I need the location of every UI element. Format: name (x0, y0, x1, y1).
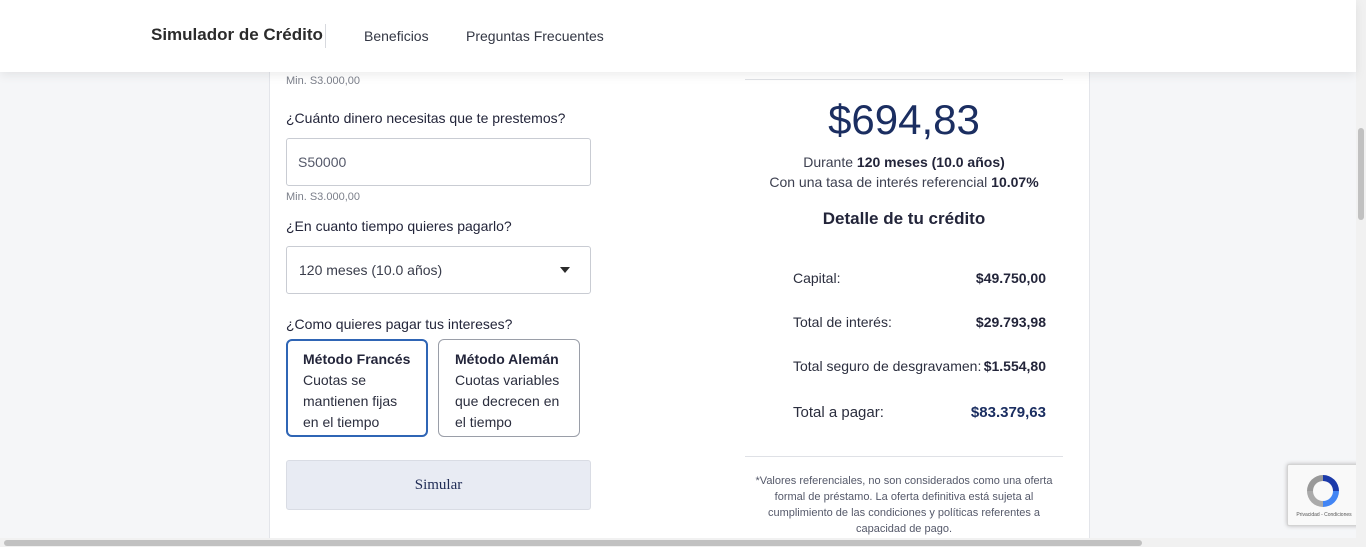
method-aleman-option[interactable]: Método Alemán Cuotas variables que decre… (438, 339, 580, 437)
rate-line: Con una tasa de interés referencial 10.0… (745, 174, 1063, 190)
detail-value-insurance: $1.554,80 (983, 358, 1046, 374)
method-aleman-title: Método Alemán (455, 351, 559, 367)
term-question: ¿En cuanto tiempo quieres pagarlo? (286, 218, 512, 234)
horizontal-scroll-thumb[interactable] (4, 540, 1142, 546)
horizontal-scrollbar[interactable] (0, 538, 1356, 547)
detail-label-total: Total a pagar: (793, 404, 884, 421)
detail-title: Detalle de tu crédito (822, 209, 986, 228)
result-bottom-divider (745, 456, 1063, 457)
result-top-divider (745, 79, 1063, 80)
recaptcha-badge[interactable]: Privacidad - Condiciones (1287, 464, 1366, 526)
amount-min-hint: Min. S3.000,00 (286, 191, 360, 203)
nav-link-beneficios[interactable]: Beneficios (364, 28, 429, 44)
term-selected-value: 120 meses (10.0 años) (299, 262, 443, 278)
disclaimer-text: *Valores referenciales, no son considera… (755, 475, 1053, 535)
detail-label-capital: Capital: (793, 270, 841, 286)
previous-min-hint: Min. S3.000,00 (286, 75, 360, 87)
method-frances-title: Método Francés (303, 351, 411, 367)
brand-title: Simulador de Crédito (151, 25, 323, 44)
duration-value: 120 meses (10.0 años) (856, 154, 1005, 170)
nav-link-preguntas-frecuentes[interactable]: Preguntas Frecuentes (466, 28, 604, 44)
recaptcha-links[interactable]: Privacidad - Condiciones (1288, 512, 1360, 518)
top-header: Simulador de Crédito Beneficios Pregunta… (0, 0, 1356, 72)
vertical-scrollbar[interactable] (1356, 0, 1366, 547)
recaptcha-icon (1307, 475, 1339, 507)
simulate-button[interactable]: Simular (286, 460, 591, 510)
detail-value-capital: $49.750,00 (975, 270, 1046, 286)
detail-value-total: $83.379,63 (970, 404, 1046, 421)
detail-label-insurance: Total seguro de desgravamen: (793, 358, 982, 374)
amount-input[interactable]: S50000 (286, 138, 591, 186)
duration-prefix: Durante (803, 154, 854, 170)
monthly-payment: $694,83 (828, 96, 980, 143)
interest-question: ¿Como quieres pagar tus intereses? (286, 316, 513, 332)
amount-question: ¿Cuánto dinero necesitas que te prestemo… (286, 110, 566, 126)
detail-label-interest: Total de interés: (793, 314, 892, 330)
brand-divider (325, 24, 326, 48)
duration-line: Durante 120 meses (10.0 años) (745, 154, 1063, 170)
vertical-scroll-thumb[interactable] (1358, 128, 1364, 220)
rate-value: 10.07% (991, 174, 1039, 190)
method-frances-desc: Cuotas se mantienen fijas en el tiempo (303, 372, 398, 430)
detail-value-interest: $29.793,98 (975, 314, 1046, 330)
rate-prefix: Con una tasa de interés referencial (769, 174, 988, 190)
method-frances-option[interactable]: Método Francés Cuotas se mantienen fijas… (286, 339, 428, 437)
chevron-down-icon (560, 267, 570, 273)
method-aleman-desc: Cuotas variables que decrecen en el tiem… (455, 372, 560, 430)
term-select[interactable]: 120 meses (10.0 años) (286, 246, 591, 294)
